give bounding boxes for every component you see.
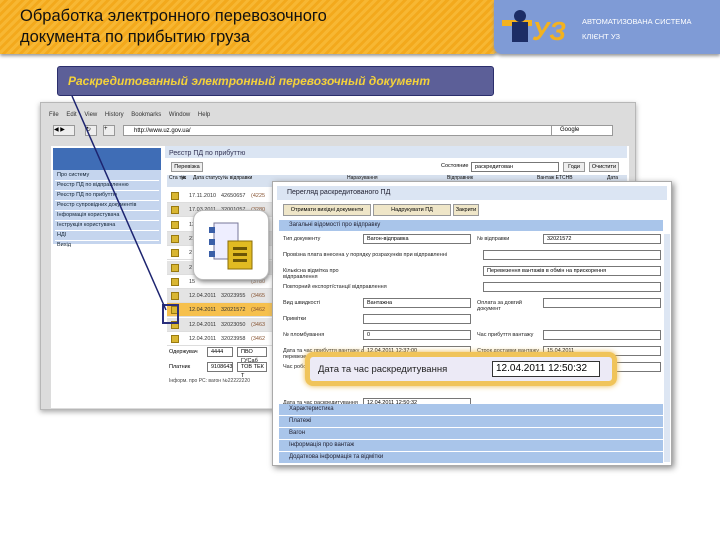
pointer-line <box>71 95 167 311</box>
